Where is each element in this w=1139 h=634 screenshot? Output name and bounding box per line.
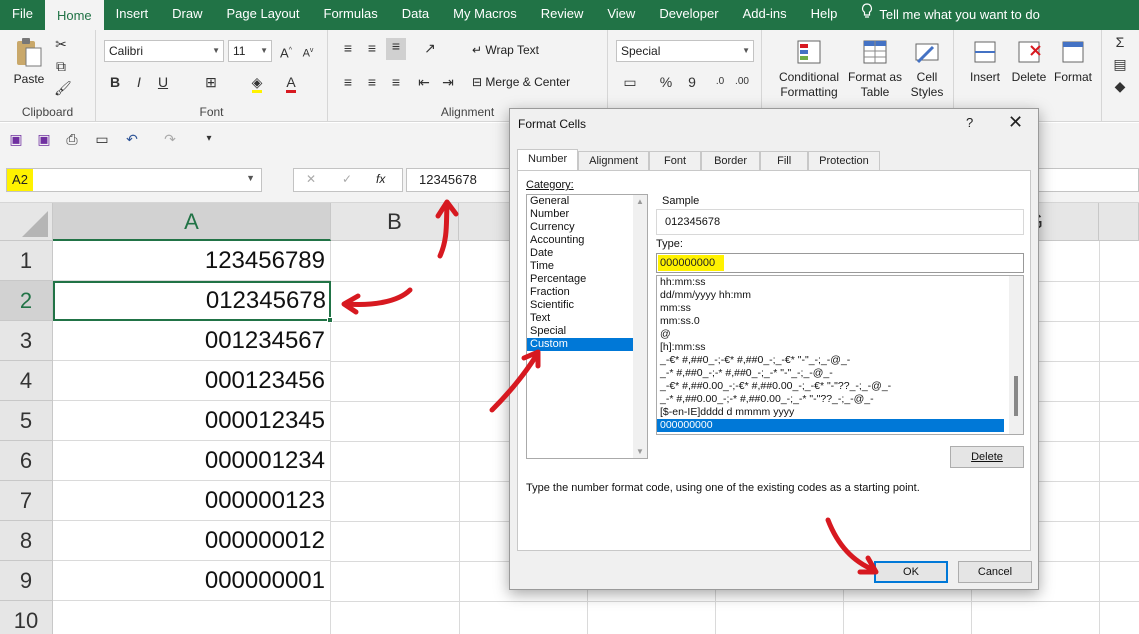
annotation-arrows bbox=[341, 199, 879, 575]
arrow-to-ok bbox=[825, 517, 879, 575]
arrow-to-formula bbox=[435, 199, 459, 259]
arrow-to-custom bbox=[489, 349, 541, 413]
arrow-to-cell-a2 bbox=[341, 287, 413, 315]
